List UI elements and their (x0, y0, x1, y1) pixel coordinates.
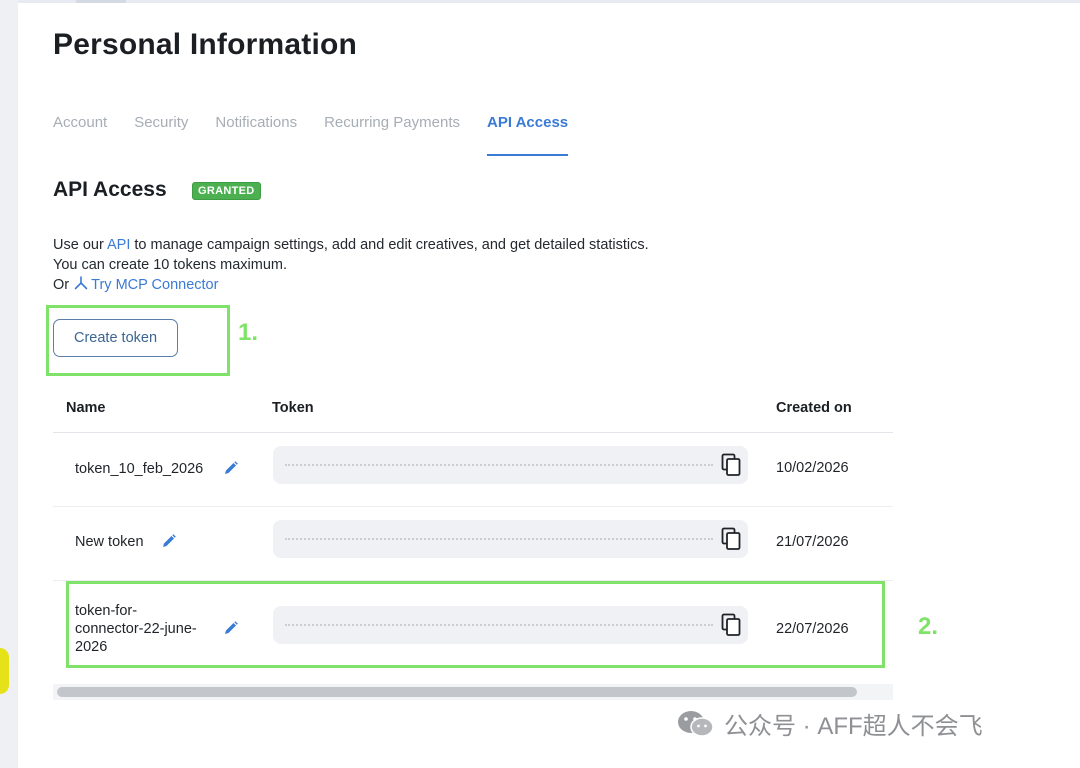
created-date: 21/07/2026 (776, 534, 849, 550)
description-line-2: You can create 10 tokens maximum. (53, 257, 288, 273)
page-title: Personal Information (53, 28, 358, 61)
copy-icon[interactable] (721, 453, 741, 477)
connector-icon (74, 276, 88, 290)
token-name: token_10_feb_2026 (75, 461, 204, 477)
top-bar-tab[interactable] (76, 0, 126, 3)
token-value-field[interactable] (273, 520, 748, 558)
status-badge: GRANTED (192, 182, 261, 200)
tab-bar: Account Security Notifications Recurring… (53, 112, 569, 156)
row-divider (53, 506, 893, 507)
created-date: 10/02/2026 (776, 460, 849, 476)
description-text: to manage campaign settings, add and edi… (130, 237, 649, 253)
top-bar (18, 0, 1080, 3)
tab-api-access[interactable]: API Access (486, 112, 569, 156)
edit-pencil-icon[interactable] (223, 460, 239, 476)
floating-widget-edge[interactable] (0, 648, 9, 694)
highlight-box-1 (46, 305, 230, 376)
table-header: Name Token Created on (53, 386, 893, 433)
masked-token (285, 464, 713, 466)
horizontal-scrollbar[interactable] (53, 684, 893, 700)
column-header-created: Created on (776, 400, 852, 416)
masked-token (285, 538, 713, 540)
token-name: New token (75, 534, 144, 550)
column-header-token: Token (272, 400, 314, 416)
mcp-connector-label: Try MCP Connector (91, 277, 219, 293)
tab-recurring-payments[interactable]: Recurring Payments (324, 112, 460, 156)
watermark-text: 公众号 · AFF超人不会飞 (724, 713, 983, 740)
api-description: Use our API to manage campaign settings,… (53, 235, 649, 295)
edit-pencil-icon[interactable] (161, 533, 177, 549)
tab-account[interactable]: Account (53, 112, 107, 156)
section-title: API Access (53, 178, 167, 201)
mcp-connector-link[interactable]: Try MCP Connector (73, 276, 219, 293)
description-line-1: Use our API to manage campaign settings,… (53, 235, 649, 255)
api-link[interactable]: API (107, 237, 130, 253)
copy-icon[interactable] (721, 527, 741, 551)
description-text: Use our (53, 237, 107, 253)
watermark: 公众号 · AFF超人不会飞 (676, 706, 983, 741)
description-text: Or (53, 277, 74, 293)
tab-notifications[interactable]: Notifications (215, 112, 297, 156)
column-header-name: Name (66, 400, 106, 416)
scrollbar-thumb[interactable] (57, 687, 857, 697)
highlight-box-2 (66, 581, 885, 668)
wechat-icon (678, 710, 714, 737)
tab-security[interactable]: Security (134, 112, 188, 156)
token-value-field[interactable] (273, 446, 748, 484)
annotation-label-2: 2. (918, 613, 939, 640)
description-line-3: Or Try MCP Connector (53, 275, 649, 295)
annotation-label-1: 1. (238, 319, 259, 346)
